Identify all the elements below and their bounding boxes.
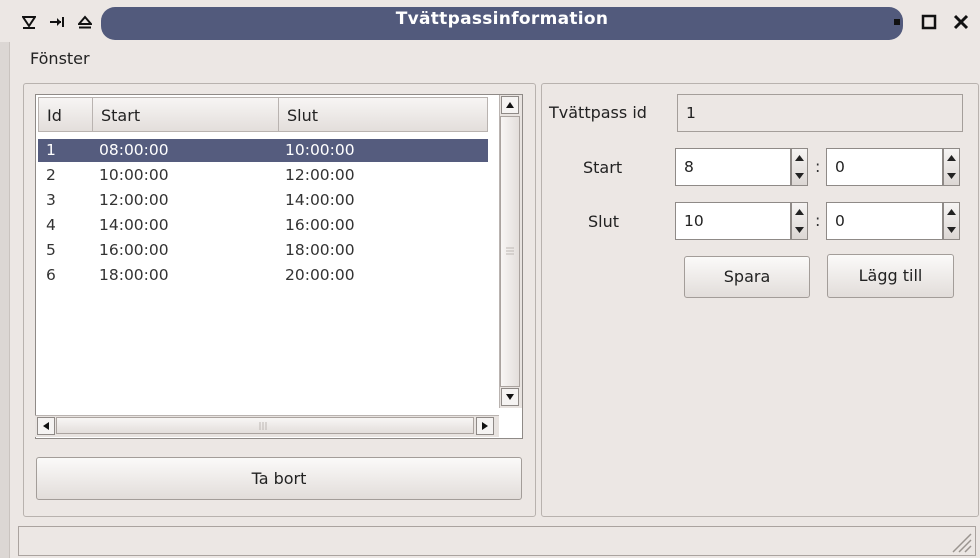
cell-id: 4 <box>46 216 56 234</box>
cell-slut: 18:00:00 <box>285 241 355 259</box>
slut-label: Slut <box>588 212 620 231</box>
resize-grip-icon <box>952 533 972 553</box>
cell-slut: 10:00:00 <box>285 141 355 159</box>
cell-start: 08:00:00 <box>99 141 169 159</box>
spin-down-icon <box>947 227 956 233</box>
pass-id-label: Tvättpass id <box>549 103 647 122</box>
start-label: Start <box>583 158 623 177</box>
pass-id-field: 1 <box>677 94 963 132</box>
cell-start: 18:00:00 <box>99 266 169 284</box>
scroll-up-button[interactable] <box>501 96 519 114</box>
column-header-slut[interactable]: Slut <box>278 97 488 132</box>
title-bar-right-controls <box>886 12 972 32</box>
menu-bar: Fönster <box>0 45 980 71</box>
table-row[interactable]: 4 14:00:00 16:00:00 <box>38 214 488 237</box>
cell-id: 5 <box>46 241 56 259</box>
start-hour-stepper[interactable] <box>791 148 808 186</box>
cell-slut: 16:00:00 <box>285 216 355 234</box>
title-bar-left-controls <box>18 12 96 32</box>
pass-table: Id Start Slut 1 08:00:00 10:00:00 2 10:0… <box>35 94 523 439</box>
spin-down-icon <box>947 173 956 179</box>
cell-start: 14:00:00 <box>99 216 169 234</box>
spin-down-icon <box>795 227 804 233</box>
scroll-left-button[interactable] <box>37 417 55 435</box>
start-minute-stepper[interactable] <box>943 148 960 186</box>
spin-up-icon <box>947 209 956 215</box>
table-row[interactable]: 6 18:00:00 20:00:00 <box>38 264 488 287</box>
cell-start: 12:00:00 <box>99 191 169 209</box>
add-button[interactable]: Lägg till <box>827 254 954 298</box>
cell-start: 16:00:00 <box>99 241 169 259</box>
cell-slut: 20:00:00 <box>285 266 355 284</box>
table-row[interactable]: 1 08:00:00 10:00:00 <box>38 139 488 162</box>
title-bar: Tvättpassinformation <box>0 0 980 42</box>
table-row[interactable]: 5 16:00:00 18:00:00 <box>38 239 488 262</box>
save-button[interactable]: Spara <box>684 256 810 298</box>
cell-id: 2 <box>46 166 56 184</box>
cell-slut: 14:00:00 <box>285 191 355 209</box>
start-minute-input[interactable]: 0 <box>826 148 943 186</box>
cell-id: 1 <box>46 141 56 159</box>
close-icon[interactable] <box>950 12 972 32</box>
table-row[interactable]: 2 10:00:00 12:00:00 <box>38 164 488 187</box>
slut-minute-input[interactable]: 0 <box>826 202 943 240</box>
window-left-edge <box>0 42 10 558</box>
spin-up-icon <box>947 155 956 161</box>
cell-start: 10:00:00 <box>99 166 169 184</box>
cell-id: 3 <box>46 191 56 209</box>
slut-minute-stepper[interactable] <box>943 202 960 240</box>
slut-time-separator: : <box>815 211 821 230</box>
vertical-scroll-thumb[interactable] <box>500 116 520 387</box>
maximize-icon[interactable] <box>918 12 940 32</box>
cell-id: 6 <box>46 266 56 284</box>
horizontal-scroll-thumb[interactable] <box>56 417 474 434</box>
start-time-separator: : <box>815 157 821 176</box>
spin-up-icon <box>795 155 804 161</box>
minimize-icon[interactable] <box>886 12 908 32</box>
column-header-start[interactable]: Start <box>92 97 279 132</box>
scroll-down-button[interactable] <box>501 388 519 406</box>
shade-icon[interactable] <box>46 12 68 32</box>
window-title: Tvättpassinformation <box>395 9 609 29</box>
menu-fonster[interactable]: Fönster <box>30 49 90 68</box>
eject-icon[interactable] <box>74 12 96 32</box>
spin-down-icon <box>795 173 804 179</box>
status-bar <box>18 526 976 556</box>
cell-slut: 12:00:00 <box>285 166 355 184</box>
start-hour-input[interactable]: 8 <box>675 148 791 186</box>
scroll-right-button[interactable] <box>476 417 494 435</box>
delete-button[interactable]: Ta bort <box>36 457 522 500</box>
spin-up-icon <box>795 209 804 215</box>
slut-hour-stepper[interactable] <box>791 202 808 240</box>
table-row[interactable]: 3 12:00:00 14:00:00 <box>38 189 488 212</box>
window-menu-icon[interactable] <box>18 12 40 32</box>
slut-hour-input[interactable]: 10 <box>675 202 791 240</box>
column-header-id[interactable]: Id <box>38 97 93 132</box>
